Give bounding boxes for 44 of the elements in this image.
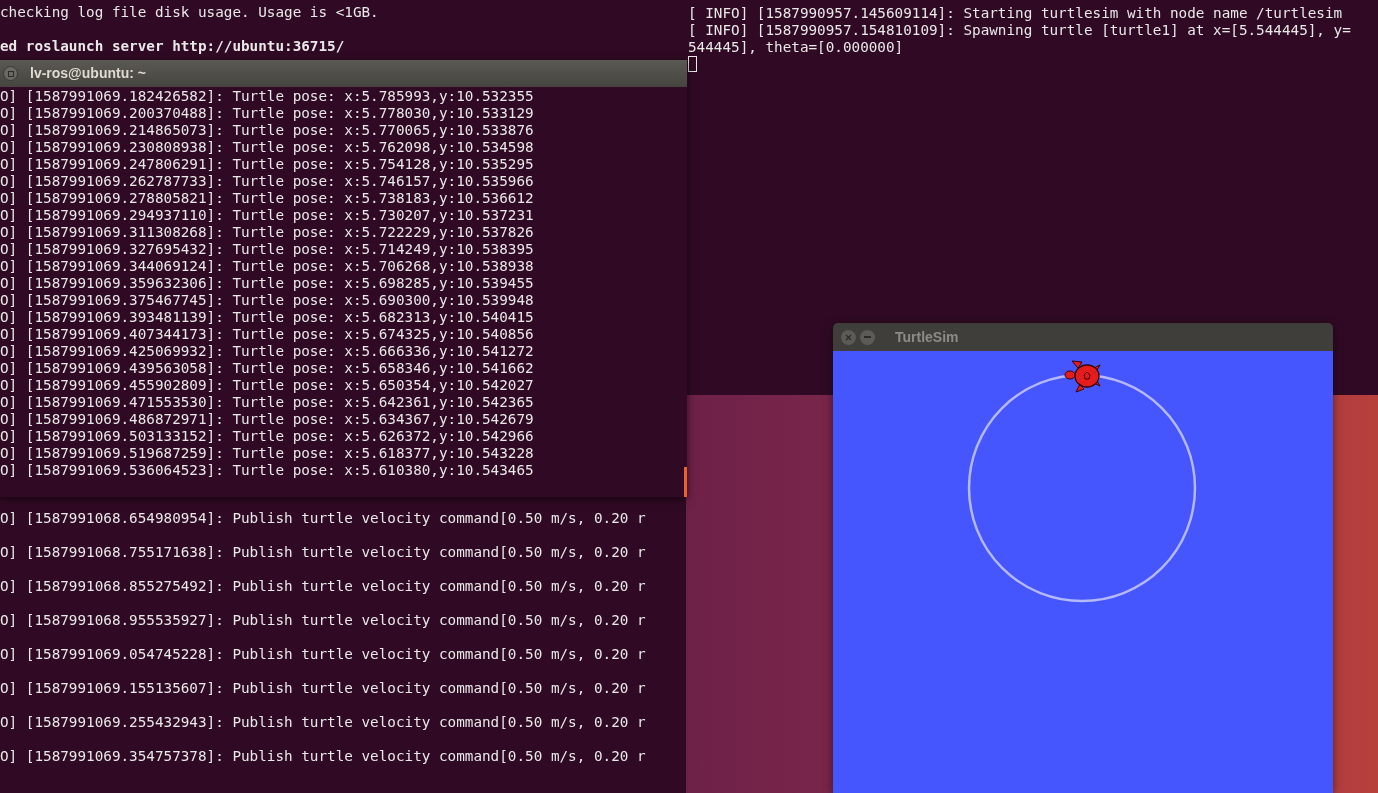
terminal-line: O] [1587991069.214865073]: Turtle pose: x:5.770065,y:10.533876	[0, 122, 535, 139]
terminal-line: O] [1587991069.354757378]: Publish turtle velocity command[0.50 m/s, 0.20 r	[0, 748, 647, 765]
terminal-line: O] [1587991068.755171638]: Publish turtle velocity command[0.50 m/s, 0.20 r	[0, 544, 647, 561]
terminal-line: O] [1587991069.327695432]: Turtle pose: x:5.714249,y:10.538395	[0, 241, 535, 258]
terminal-line: O] [1587991069.407344173]: Turtle pose: x:5.674325,y:10.540856	[0, 326, 535, 343]
terminal-line: O] [1587991069.294937110]: Turtle pose: x:5.730207,y:10.537231	[0, 207, 535, 224]
terminal-line: O] [1587991069.200370488]: Turtle pose: x:5.778030,y:10.533129	[0, 105, 535, 122]
terminal-line: O] [1587991069.155135607]: Publish turtle velocity command[0.50 m/s, 0.20 r	[0, 680, 647, 697]
terminal-line: O] [1587991069.519687259]: Turtle pose: x:5.618377,y:10.543228	[0, 445, 535, 462]
scrollbar-thumb[interactable]	[684, 467, 687, 497]
terminal-line: ed roslaunch server http://ubuntu:36715/	[0, 38, 346, 55]
terminal-line: O] [1587991069.262787733]: Turtle pose: x:5.746157,y:10.535966	[0, 173, 535, 190]
terminal-line: O] [1587991069.486872971]: Turtle pose: x:5.634367,y:10.542679	[0, 411, 535, 428]
terminal-line: O] [1587991069.278805821]: Turtle pose: x:5.738183,y:10.536612	[0, 190, 535, 207]
terminal-line: O] [1587991069.247806291]: Turtle pose: x:5.754128,y:10.535295	[0, 156, 535, 173]
terminal-line: O] [1587991068.855275492]: Publish turtle velocity command[0.50 m/s, 0.20 r	[0, 578, 647, 595]
turtle-icon	[1064, 360, 1101, 393]
window-menu-icon[interactable]	[3, 66, 18, 81]
terminal-line: O] [1587991069.393481139]: Turtle pose: x:5.682313,y:10.540415	[0, 309, 535, 326]
terminal-line: O] [1587991069.503133152]: Turtle pose: x:5.626372,y:10.542966	[0, 428, 535, 445]
terminal-line: O] [1587991068.955535927]: Publish turtle velocity command[0.50 m/s, 0.20 r	[0, 612, 647, 629]
terminal-line: O] [1587991069.359632306]: Turtle pose: x:5.698285,y:10.539455	[0, 275, 535, 292]
terminal-line: O] [1587991069.425069932]: Turtle pose: x:5.666336,y:10.541272	[0, 343, 535, 360]
terminal-line: O] [1587991069.230808938]: Turtle pose: x:5.762098,y:10.534598	[0, 139, 535, 156]
terminal-line: [ INFO] [1587990957.154810109]: Spawning turtle [turtle1] at x=[5.544445], y=	[688, 22, 1352, 39]
minimize-icon[interactable]	[860, 329, 875, 345]
terminal-line: 544445], theta=[0.000000]	[688, 39, 905, 56]
terminal-line: O] [1587991069.311308268]: Turtle pose: x:5.722229,y:10.537826	[0, 224, 535, 241]
terminal-line: O] [1587991069.471553530]: Turtle pose: x:5.642361,y:10.542365	[0, 394, 535, 411]
terminal-line: O] [1587991069.255432943]: Publish turtle velocity command[0.50 m/s, 0.20 r	[0, 714, 647, 731]
terminal-line: O] [1587991069.182426582]: Turtle pose: x:5.785993,y:10.532355	[0, 88, 535, 105]
terminal-line: O] [1587991069.054745228]: Publish turtle velocity command[0.50 m/s, 0.20 r	[0, 646, 647, 663]
terminal-line: checking log file disk usage. Usage is <1GB.	[0, 4, 380, 21]
terminal-line: O] [1587991068.654980954]: Publish turtle velocity command[0.50 m/s, 0.20 r	[0, 510, 647, 527]
terminal-line: O] [1587991069.375467745]: Turtle pose: x:5.690300,y:10.539948	[0, 292, 535, 309]
close-icon[interactable]	[841, 329, 856, 345]
terminal-line: O] [1587991069.536064523]: Turtle pose: x:5.610380,y:10.543465	[0, 462, 535, 479]
window-title: TurtleSim	[895, 327, 959, 347]
terminal-line: O] [1587991069.439563058]: Turtle pose: x:5.658346,y:10.541662	[0, 360, 535, 377]
window-title: lv-ros@ubuntu: ~	[30, 64, 146, 83]
cursor-icon	[688, 56, 697, 72]
terminal-line: O] [1587991069.455902809]: Turtle pose: x:5.650354,y:10.542027	[0, 377, 535, 394]
terminal-line: O] [1587991069.344069124]: Turtle pose: x:5.706268,y:10.538938	[0, 258, 535, 275]
terminal-line: [ INFO] [1587990957.145609114]: Starting turtlesim with node name /turtlesim	[688, 5, 1344, 22]
